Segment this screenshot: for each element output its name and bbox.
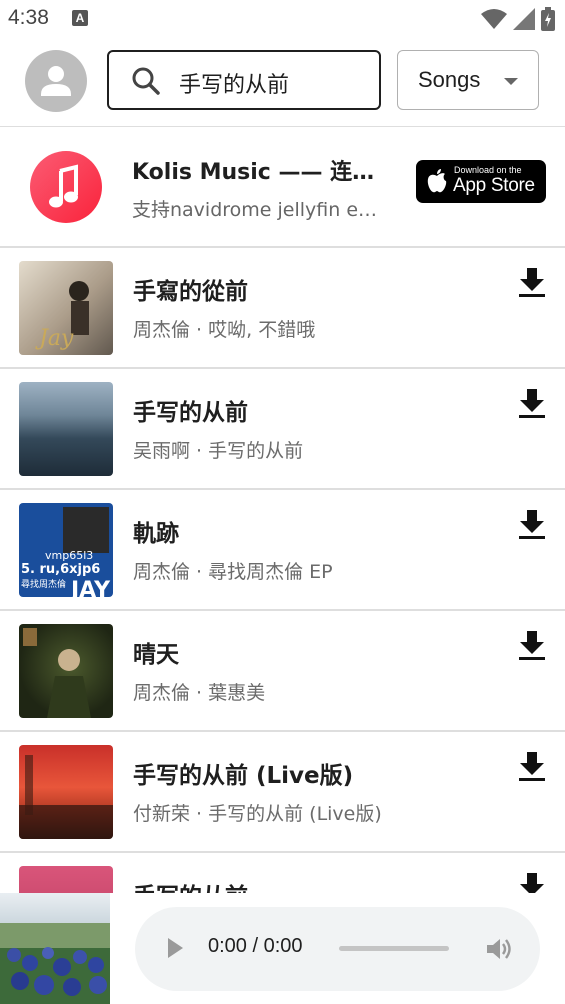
- song-subtitle: 吴雨啊 · 手写的从前: [133, 440, 304, 462]
- svg-text:尋找周杰倫: 尋找周杰倫: [21, 578, 66, 590]
- status-bar: 4:38 A: [0, 0, 565, 38]
- song-subtitle: 周杰倫 · 尋找周杰倫 EP: [133, 561, 333, 583]
- promo-title: Kolis Music —— 连接Navidrome: [132, 160, 392, 185]
- wifi-icon: [481, 9, 507, 29]
- song-title: 手写的从前: [133, 400, 248, 426]
- download-icon[interactable]: [518, 872, 546, 893]
- avatar[interactable]: [25, 50, 87, 112]
- type-filter-dropdown[interactable]: Songs: [397, 50, 539, 110]
- song-subtitle: 周杰倫 · 哎呦, 不錯哦: [133, 319, 316, 341]
- promo-subtitle: 支持navidrome jellyfin emby plex: [132, 199, 387, 221]
- svg-text:JAY: JAY: [69, 578, 111, 597]
- list-item[interactable]: 手写的从前: [0, 853, 565, 893]
- app-logo: [30, 151, 102, 223]
- signal-icon: [513, 8, 535, 30]
- search-query: 手写的从前: [179, 73, 290, 98]
- store-small-text: Download on the: [454, 165, 522, 175]
- apple-icon: [427, 169, 447, 193]
- promo-banner[interactable]: Kolis Music —— 连接Navidrome 支持navidrome j…: [0, 127, 565, 248]
- search-input[interactable]: 手写的从前: [107, 50, 381, 110]
- album-cover: [19, 745, 113, 839]
- album-cover: [19, 382, 113, 476]
- play-icon[interactable]: [168, 938, 183, 958]
- person-icon: [41, 66, 71, 96]
- app-store-badge[interactable]: Download on the App Store: [416, 160, 546, 203]
- now-playing-art[interactable]: [0, 893, 110, 1004]
- music-note-icon: [49, 164, 78, 208]
- filter-selected: Songs: [418, 67, 481, 92]
- song-subtitle: 付新荣 · 手写的从前 (Live版): [133, 803, 382, 825]
- download-icon[interactable]: [518, 267, 546, 297]
- song-list: Jay 手寫的從前 周杰倫 · 哎呦, 不錯哦 手写的从前 吴雨啊 · 手写的从…: [0, 248, 565, 893]
- list-item[interactable]: 手写的从前 (Live版) 付新荣 · 手写的从前 (Live版): [0, 732, 565, 853]
- store-big-text: App Store: [453, 175, 535, 196]
- download-icon[interactable]: [518, 388, 546, 418]
- download-icon[interactable]: [518, 751, 546, 781]
- list-item[interactable]: 晴天 周杰倫 · 葉惠美: [0, 611, 565, 732]
- battery-icon: [541, 7, 555, 31]
- svg-text:vmp65l3: vmp65l3: [45, 549, 93, 562]
- song-subtitle: 周杰倫 · 葉惠美: [133, 682, 266, 704]
- audio-controls: 0:00 / 0:00: [135, 907, 540, 991]
- svg-text:5. ru,6xjp6: 5. ru,6xjp6: [21, 562, 100, 577]
- album-cover: vmp65l3 5. ru,6xjp6 尋找周杰倫 JAY: [19, 503, 113, 597]
- album-cover: [19, 866, 113, 893]
- song-title: 手写的从前 (Live版): [133, 763, 354, 789]
- app-header: 手写的从前 Songs: [0, 38, 565, 127]
- song-title: 軌跡: [133, 521, 179, 547]
- song-title: 手写的从前: [133, 877, 248, 893]
- volume-icon[interactable]: [485, 935, 513, 963]
- song-title: 晴天: [133, 642, 179, 668]
- search-icon: [132, 67, 160, 95]
- status-time: 4:38: [8, 6, 49, 29]
- caret-down-icon: [504, 78, 518, 85]
- download-icon[interactable]: [518, 630, 546, 660]
- list-item[interactable]: 手写的从前 吴雨啊 · 手写的从前: [0, 369, 565, 490]
- svg-text:Jay: Jay: [35, 326, 74, 351]
- playback-time: 0:00 / 0:00: [208, 935, 303, 957]
- album-cover: [19, 624, 113, 718]
- notification-icon: A: [72, 10, 88, 26]
- list-item[interactable]: Jay 手寫的從前 周杰倫 · 哎呦, 不錯哦: [0, 248, 565, 369]
- song-title: 手寫的從前: [133, 279, 248, 305]
- list-item[interactable]: vmp65l3 5. ru,6xjp6 尋找周杰倫 JAY 軌跡 周杰倫 · 尋…: [0, 490, 565, 611]
- audio-player-bar: 0:00 / 0:00: [0, 893, 565, 1004]
- album-cover: Jay: [19, 261, 113, 355]
- seek-slider[interactable]: [339, 946, 449, 951]
- download-icon[interactable]: [518, 509, 546, 539]
